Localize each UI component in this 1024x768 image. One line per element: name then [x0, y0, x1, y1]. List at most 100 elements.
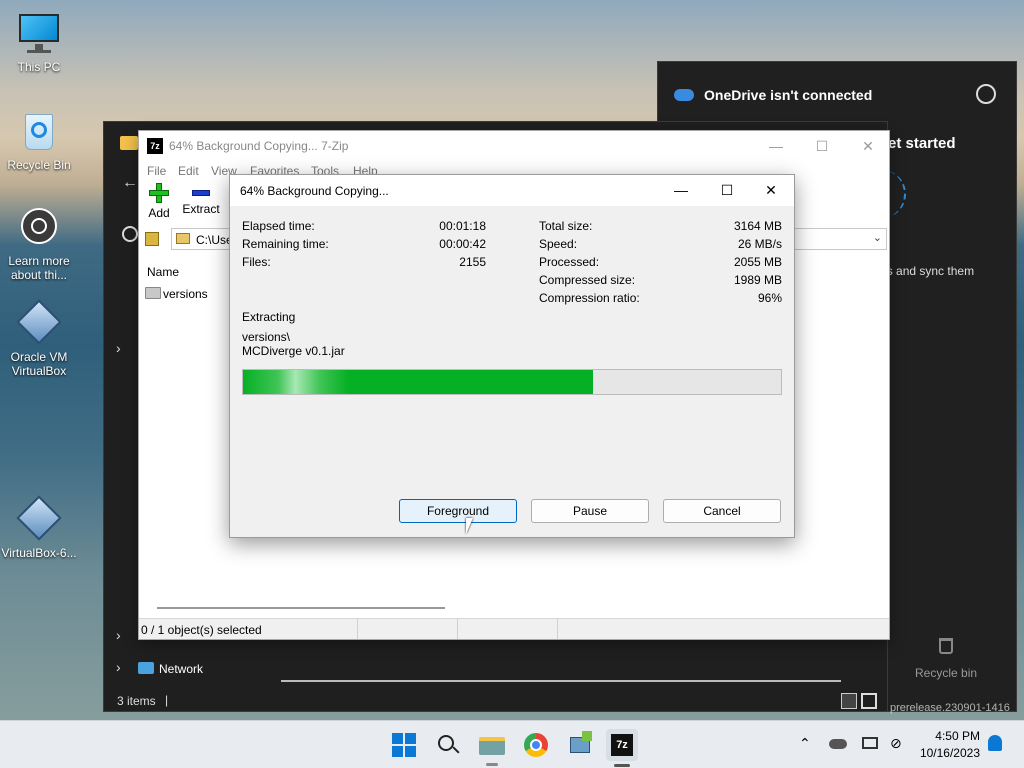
desktop-icon-virtualbox[interactable]: Oracle VM VirtualBox [1, 299, 77, 378]
folder-icon [145, 287, 161, 299]
recycle-bin-icon [17, 110, 61, 154]
onedrive-title: OneDrive isn't connected [704, 87, 873, 103]
plus-icon [149, 183, 169, 203]
files-label: Files: [242, 255, 271, 269]
maximize-button[interactable]: ☐ [704, 175, 750, 205]
expand-chevron-icon[interactable]: › [116, 627, 121, 643]
up-folder-icon[interactable] [145, 232, 159, 246]
clock-date[interactable]: 10/16/2023 [916, 746, 980, 760]
seven-zip-title: 64% Background Copying... 7-Zip [169, 139, 349, 153]
remaining-time-value: 00:00:42 [439, 237, 486, 251]
status-separator: | [165, 693, 169, 707]
progress-dialog-titlebar[interactable]: 64% Background Copying... — ☐ ✕ [230, 175, 794, 206]
compression-ratio-value: 96% [757, 291, 782, 305]
taskbar: 7z ⌃ ⊘ 4:50 PM 10/16/2023 [0, 720, 1024, 768]
clock-time[interactable]: 4:50 PM [916, 729, 980, 743]
settings-gear-icon[interactable] [976, 84, 996, 104]
search-icon[interactable] [432, 729, 464, 761]
menu-edit[interactable]: Edit [178, 164, 199, 178]
compressed-size-value: 1989 MB [733, 273, 782, 287]
maximize-button[interactable]: ☐ [799, 131, 845, 161]
onedrive-cloud-icon [674, 89, 694, 101]
desktop-icon-this-pc[interactable]: This PC [1, 12, 77, 74]
progress-bar [242, 369, 782, 395]
foreground-button[interactable]: Foreground [399, 499, 517, 523]
address-path: C:\Use [196, 233, 233, 247]
drive-folder-icon [176, 233, 190, 244]
virtualbox-taskbar-icon[interactable] [564, 729, 596, 761]
learn-more-icon [17, 206, 61, 250]
onedrive-get-started: et started [888, 135, 956, 152]
onedrive-tray-icon[interactable] [829, 739, 847, 749]
virtualbox-installer-icon [16, 495, 62, 542]
notification-bell-icon[interactable] [988, 735, 1002, 751]
seven-zip-taskbar-icon[interactable]: 7z [606, 729, 638, 767]
show-hidden-icons-chevron[interactable]: ⌃ [799, 735, 811, 752]
desktop-icon-learn-more[interactable]: Learn more about thi... [1, 206, 77, 282]
minus-icon [192, 190, 210, 196]
trash-icon [939, 638, 953, 654]
network-tray-icon[interactable]: ⊘ [890, 735, 902, 752]
seven-zip-titlebar[interactable]: 7z 64% Background Copying... 7-Zip — ☐ ✕ [139, 131, 889, 161]
speed-value: 26 MB/s [737, 237, 782, 251]
details-view-icon[interactable] [841, 693, 857, 709]
compression-ratio-label: Compression ratio: [539, 291, 640, 305]
new-icon[interactable] [122, 226, 138, 242]
column-header-name[interactable]: Name [147, 265, 179, 279]
network-icon [138, 662, 154, 674]
chrome-icon[interactable] [520, 729, 552, 761]
add-button[interactable]: Add [143, 181, 175, 225]
files-value: 2155 [459, 255, 486, 269]
elapsed-time-label: Elapsed time: [242, 219, 315, 233]
total-size-value: 3164 MB [733, 219, 782, 233]
cancel-button[interactable]: Cancel [663, 499, 781, 523]
menu-file[interactable]: File [147, 164, 166, 178]
current-path-folder: versions\ [242, 330, 291, 344]
sidebar-item-network[interactable]: Network [159, 662, 203, 676]
processed-value: 2055 MB [733, 255, 782, 269]
folder-icon [120, 136, 138, 150]
close-button[interactable]: ✕ [845, 131, 891, 161]
status-text: 0 / 1 object(s) selected [141, 623, 262, 637]
progress-dialog-title: 64% Background Copying... [240, 184, 389, 198]
virtualbox-icon [16, 299, 62, 346]
display-tray-icon[interactable] [862, 737, 878, 749]
pause-button[interactable]: Pause [531, 499, 649, 523]
tiles-view-icon[interactable] [861, 693, 877, 709]
processed-label: Processed: [539, 255, 600, 269]
horizontal-scrollbar[interactable] [157, 607, 445, 609]
compressed-size-label: Compressed size: [539, 273, 636, 287]
desktop-icon-label: This PC [17, 60, 61, 74]
add-label: Add [148, 206, 170, 220]
extract-label: Extract [182, 202, 220, 216]
status-bar: 0 / 1 object(s) selected [139, 618, 889, 639]
start-windows-icon[interactable] [388, 729, 420, 761]
minimize-button[interactable]: — [753, 131, 799, 161]
onedrive-recycle-label[interactable]: Recycle bin [915, 666, 977, 680]
total-size-label: Total size: [539, 219, 593, 233]
desktop-icon-label: Oracle VM VirtualBox [10, 350, 68, 378]
file-name: versions [163, 287, 208, 301]
address-dropdown-icon[interactable]: ⌄ [873, 231, 882, 244]
horizontal-scrollbar[interactable] [281, 680, 841, 682]
build-watermark: prerelease.230901-1416 [890, 702, 1010, 714]
status-item-count: 3 items [117, 694, 156, 708]
progress-bar-fill [243, 370, 593, 394]
desktop-icon-virtualbox-installer[interactable]: VirtualBox-6... [1, 495, 77, 560]
progress-dialog: 64% Background Copying... — ☐ ✕ Elapsed … [229, 174, 795, 538]
back-arrow-icon[interactable]: ← [122, 174, 138, 192]
desktop-icon-recycle-bin[interactable]: Recycle Bin [1, 110, 77, 172]
desktop-icon-label: Learn more about thi... [8, 254, 70, 282]
elapsed-time-value: 00:01:18 [439, 219, 486, 233]
mouse-cursor-icon [466, 518, 473, 534]
remaining-time-label: Remaining time: [242, 237, 329, 251]
expand-chevron-icon[interactable]: › [116, 659, 121, 675]
minimize-button[interactable]: — [658, 175, 704, 205]
extract-button[interactable]: Extract [181, 181, 221, 225]
expand-chevron-icon[interactable]: › [116, 340, 121, 356]
desktop-icon-label: Recycle Bin [7, 158, 71, 172]
file-explorer-icon[interactable] [476, 729, 508, 766]
close-button[interactable]: ✕ [748, 175, 794, 205]
speed-label: Speed: [539, 237, 578, 251]
operation-label: Extracting [242, 310, 296, 324]
